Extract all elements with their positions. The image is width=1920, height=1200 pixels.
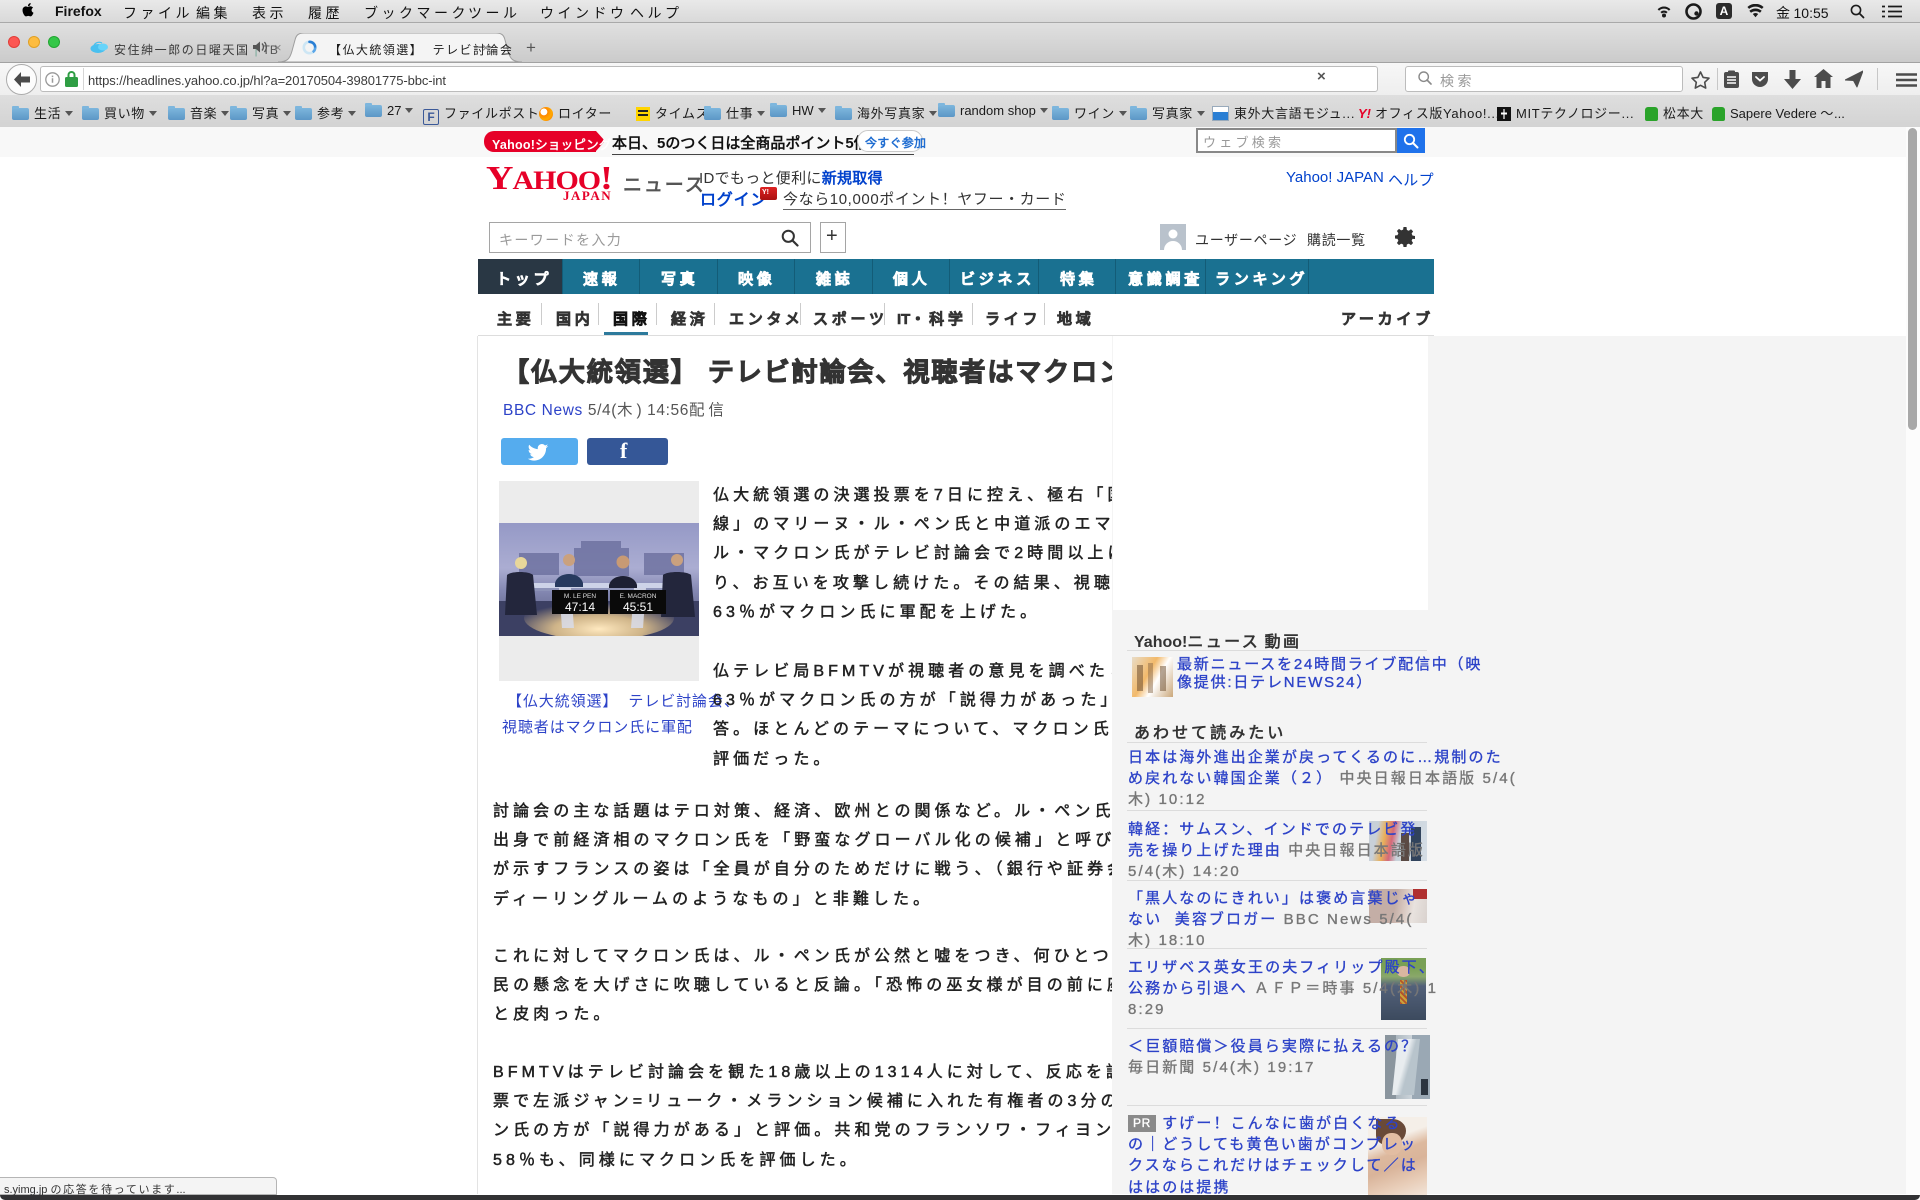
svg-text:M. LE PEN: M. LE PEN [564,593,596,600]
svg-text:45:51: 45:51 [623,600,653,614]
svg-text:E. MACRON: E. MACRON [620,593,657,600]
svg-text:47:14: 47:14 [565,600,595,614]
